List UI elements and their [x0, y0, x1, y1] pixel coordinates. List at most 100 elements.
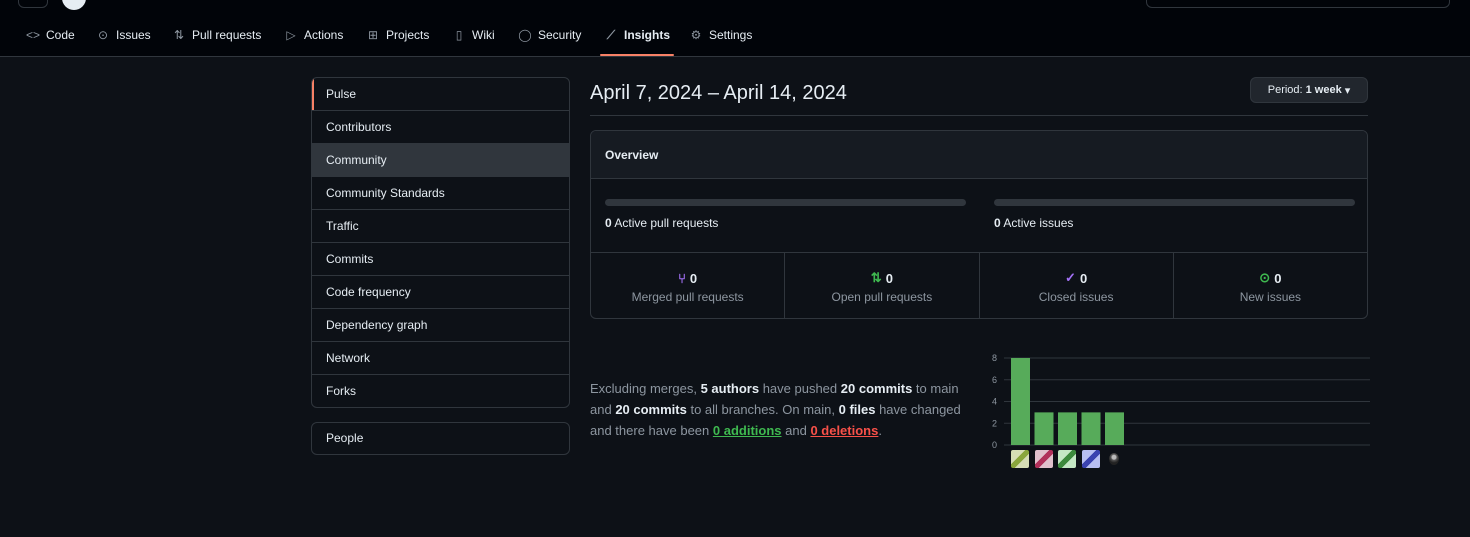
triangle-down-icon: ▾: [1344, 84, 1351, 97]
overview-panel: Overview 0 Active pull requests 0 Active…: [590, 130, 1368, 319]
sidebar-item-community-standards[interactable]: Community Standards: [312, 176, 569, 209]
table-icon: ⊞: [367, 28, 379, 42]
files-changed: 0 files: [838, 402, 876, 417]
author-avatar[interactable]: [1011, 450, 1029, 468]
merged-prs-label: Merged pull requests: [631, 289, 744, 304]
chart-bar[interactable]: [1081, 412, 1101, 445]
tab-insights[interactable]: ⟋ Insights: [599, 14, 675, 56]
issue-opened-icon: ⊙: [1259, 270, 1271, 285]
sidebar-item-network[interactable]: Network: [312, 341, 569, 374]
code-icon: <>: [26, 28, 41, 42]
commits-all: 20 commits: [615, 402, 687, 417]
chart-bar[interactable]: [1105, 412, 1124, 445]
y-tick-label: 8: [992, 353, 997, 363]
search-input[interactable]: [1146, 0, 1450, 8]
commit-summary: Excluding merges, 5 authors have pushed …: [590, 378, 980, 441]
sidebar-item-people[interactable]: People: [312, 423, 569, 454]
y-tick-label: 6: [992, 375, 997, 385]
play-icon: ▷: [286, 28, 296, 42]
tab-security[interactable]: ◯ Security: [518, 14, 581, 56]
issue-closed-icon: ✓: [1065, 270, 1076, 285]
merged-prs-count: 0: [689, 270, 698, 286]
commits-by-author-chart: 0 2 4 6 8: [980, 348, 1380, 473]
new-issues-count: 0: [1274, 270, 1282, 286]
summary-text: and: [781, 423, 811, 438]
sidebar-item-contributors[interactable]: Contributors: [312, 110, 569, 143]
tab-code[interactable]: <> Code: [26, 14, 75, 56]
y-tick-label: 2: [992, 418, 997, 428]
tab-label: Code: [46, 28, 75, 42]
y-tick-label: 4: [992, 397, 997, 407]
tab-label: Issues: [116, 28, 151, 42]
closed-issues-cell[interactable]: ✓ 0 Closed issues: [978, 253, 1173, 318]
active-prs-bar: [605, 199, 966, 206]
commits-main: 20 commits: [840, 381, 913, 396]
repo-nav: <> Code ⊙ Issues ⇅ Pull requests ▷ Actio…: [0, 14, 1470, 57]
page-title: April 7, 2024 – April 14, 2024: [590, 82, 847, 104]
new-issues-cell[interactable]: ⊙ 0 New issues: [1172, 253, 1367, 318]
closed-issues-label: Closed issues: [1038, 290, 1114, 304]
git-pull-request-icon: ⇅: [870, 270, 882, 285]
open-prs-cell[interactable]: ⇅ 0 Open pull requests: [784, 253, 978, 318]
open-prs-label: Open pull requests: [831, 290, 933, 304]
tab-label: Settings: [709, 28, 753, 42]
new-issues-label: New issues: [1239, 290, 1302, 304]
period-prefix: Period:: [1267, 84, 1303, 96]
tab-pull-requests[interactable]: ⇅ Pull requests: [172, 14, 261, 56]
gear-icon: ⚙: [690, 28, 702, 42]
active-issues-label: Active issues: [1003, 216, 1074, 230]
summary-text: Excluding merges,: [590, 381, 701, 396]
tab-actions[interactable]: ▷ Actions: [284, 14, 343, 56]
tab-issues[interactable]: ⊙ Issues: [96, 14, 151, 56]
global-header: [0, 0, 1470, 14]
author-avatar[interactable]: [1034, 450, 1053, 468]
chart-bar[interactable]: [1034, 412, 1054, 445]
summary-text: .: [878, 423, 882, 438]
sidebar-item-dependency-graph[interactable]: Dependency graph: [312, 308, 569, 341]
period-value: 1 week: [1305, 84, 1342, 96]
tab-projects[interactable]: ⊞ Projects: [366, 14, 429, 56]
sidebar-item-traffic[interactable]: Traffic: [312, 209, 569, 242]
author-avatar[interactable]: [1109, 453, 1119, 465]
overview-stats-row: ⑂ 0 Merged pull requests ⇅ 0 Open pull r…: [591, 252, 1367, 318]
closed-issues-count: 0: [1079, 270, 1088, 286]
sidebar-item-code-frequency[interactable]: Code frequency: [312, 275, 569, 308]
author-avatar[interactable]: [1058, 450, 1076, 468]
tab-label: Projects: [386, 28, 430, 42]
active-issues-bar: [994, 199, 1355, 206]
graph-icon: ⟋: [606, 27, 616, 42]
menu-button[interactable]: [18, 0, 48, 8]
chart-bar[interactable]: [1058, 412, 1077, 445]
github-logo-icon[interactable]: [62, 0, 86, 10]
sidebar-item-forks[interactable]: Forks: [312, 374, 569, 407]
insights-menu: Pulse Contributors Community Community S…: [311, 77, 570, 408]
tab-wiki[interactable]: ▯ Wiki: [452, 14, 495, 56]
chart-svg: 0 2 4 6 8: [992, 353, 1370, 450]
overview-title: Overview: [591, 131, 1367, 179]
active-prs-label: Active pull requests: [614, 216, 719, 230]
tab-label: Insights: [624, 28, 671, 42]
y-tick-label: 0: [992, 440, 997, 448]
tab-settings[interactable]: ⚙ Settings: [689, 14, 753, 56]
sidebar-item-community[interactable]: Community: [312, 143, 569, 176]
active-prs-count: 0: [605, 216, 612, 230]
author-avatar[interactable]: [1081, 450, 1100, 468]
active-prs-stat[interactable]: 0 Active pull requests: [605, 216, 718, 230]
chart-bar[interactable]: [1011, 358, 1030, 445]
additions-link[interactable]: 0 additions: [713, 423, 782, 438]
tab-label: Wiki: [472, 28, 495, 42]
book-icon: ▯: [455, 28, 463, 42]
sidebar-item-commits[interactable]: Commits: [312, 242, 569, 275]
sidebar-item-pulse[interactable]: Pulse: [312, 78, 569, 110]
tab-label: Security: [538, 28, 582, 42]
divider: [590, 115, 1368, 116]
deletions-link[interactable]: 0 deletions: [810, 423, 878, 438]
authors-count: 5 authors: [700, 381, 760, 396]
shield-icon: ◯: [518, 28, 532, 42]
merged-prs-cell[interactable]: ⑂ 0 Merged pull requests: [591, 253, 784, 318]
period-dropdown-button[interactable]: Period: 1 week ▾: [1250, 77, 1368, 103]
active-issues-stat[interactable]: 0 Active issues: [994, 216, 1073, 230]
summary-text: to all branches. On main,: [686, 402, 839, 417]
people-menu: People: [311, 422, 570, 455]
issue-icon: ⊙: [97, 28, 109, 42]
